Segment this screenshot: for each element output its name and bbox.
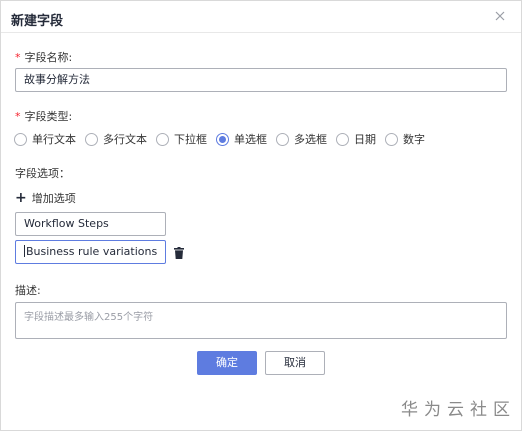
option-input[interactable]: Workflow Steps xyxy=(15,212,166,236)
text-caret xyxy=(24,245,25,257)
radio-circle[interactable] xyxy=(336,132,349,146)
radio-circle[interactable] xyxy=(85,132,98,146)
close-icon[interactable] xyxy=(492,8,508,24)
radio-circle[interactable] xyxy=(14,132,27,146)
watermark: 华为云社区 xyxy=(401,400,516,420)
radio-date[interactable]: 日期 xyxy=(336,131,376,147)
add-option-button[interactable]: + 增加选项 xyxy=(15,190,76,206)
confirm-button[interactable]: 确定 xyxy=(197,351,257,375)
field-type-radio-group: 单行文本 多行文本 下拉框 单选框 多选框 日期 数字 xyxy=(14,132,434,146)
trash-icon[interactable] xyxy=(174,247,184,259)
radio-multi-line-text[interactable]: 多行文本 xyxy=(85,131,147,147)
field-options-label: 字段选项： xyxy=(15,167,70,180)
plus-icon: + xyxy=(15,190,27,206)
add-option-label: 增加选项 xyxy=(31,192,76,205)
description-label: 描述: xyxy=(15,284,41,297)
radio-dropdown[interactable]: 下拉框 xyxy=(156,131,207,147)
required-mark: * xyxy=(15,110,21,123)
new-field-dialog: 新建字段 * 字段名称: 故事分解方法 * 字段类型: 单行文本 多行文本 下拉框 … xyxy=(0,0,522,431)
radio-number[interactable]: 数字 xyxy=(385,131,425,147)
radio-circle-selected[interactable] xyxy=(216,132,229,146)
option-input-focused[interactable]: Business rule variations xyxy=(15,240,166,264)
field-name-label: * 字段名称: xyxy=(15,51,73,64)
header-divider xyxy=(1,32,521,33)
radio-circle[interactable] xyxy=(276,132,289,146)
required-mark: * xyxy=(15,51,21,64)
cancel-button[interactable]: 取消 xyxy=(265,351,325,375)
dialog-title: 新建字段 xyxy=(11,14,64,29)
description-textarea[interactable]: 字段描述最多输入255个字符 xyxy=(15,302,507,339)
field-type-label: * 字段类型: xyxy=(15,110,73,123)
radio-single-select[interactable]: 单选框 xyxy=(216,131,267,147)
radio-circle[interactable] xyxy=(385,132,398,146)
radio-multi-select[interactable]: 多选框 xyxy=(276,131,327,147)
field-name-input[interactable]: 故事分解方法 xyxy=(15,68,507,92)
radio-single-line-text[interactable]: 单行文本 xyxy=(14,131,76,147)
radio-circle[interactable] xyxy=(156,132,169,146)
